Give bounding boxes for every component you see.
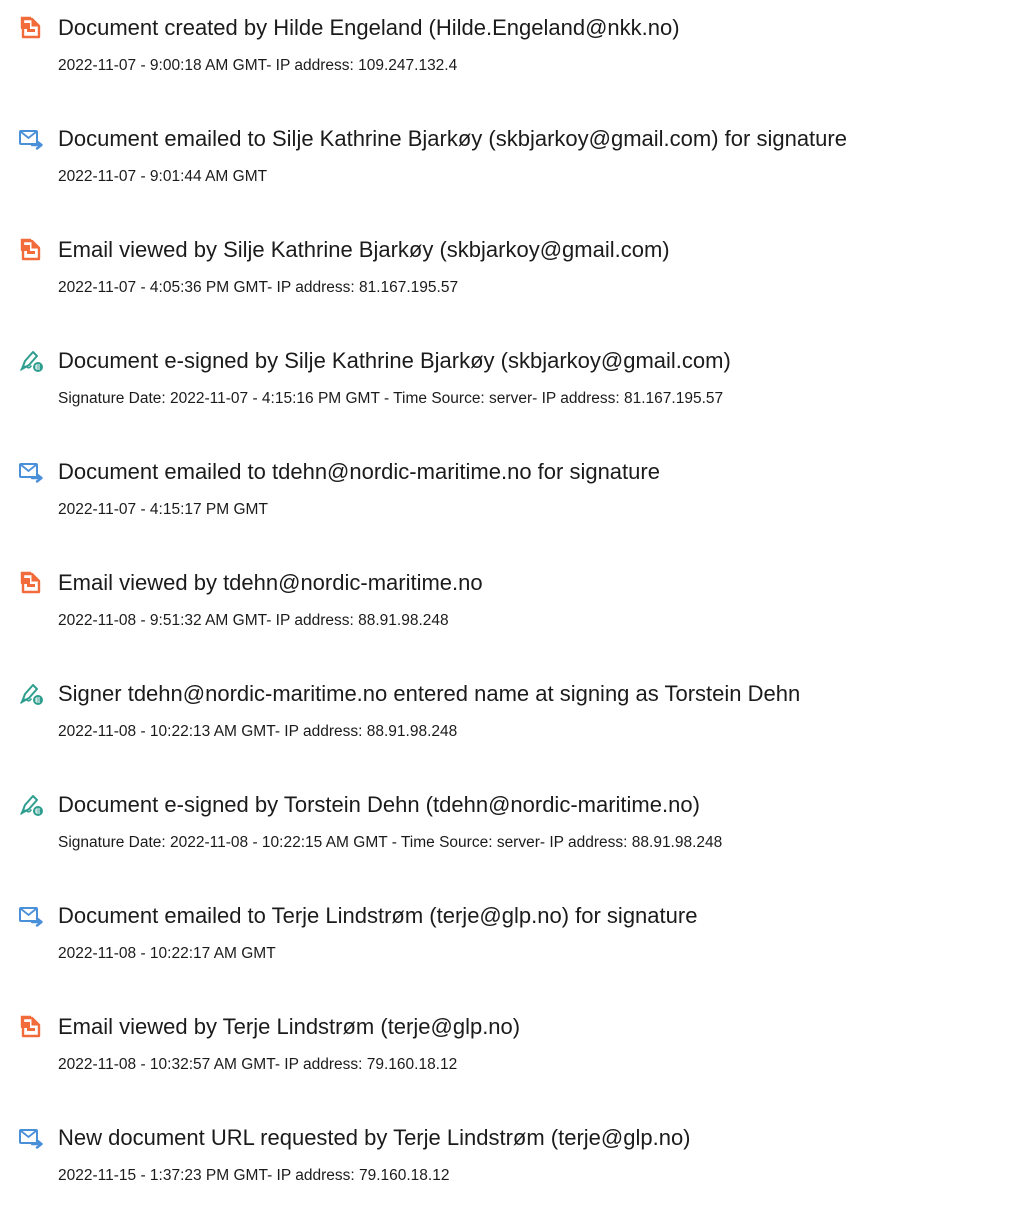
audit-entry-detail: 2022-11-08 - 10:22:13 AM GMT- IP address… (58, 723, 458, 740)
audit-entry-title: Signer tdehn@nordic-maritime.no entered … (58, 681, 801, 706)
audit-entry-detail: 2022-11-07 - 9:01:44 AM GMT (58, 168, 268, 185)
audit-entry-title: Document e-signed by Torstein Dehn (tdeh… (58, 792, 700, 817)
audit-entry: Signer tdehn@nordic-maritime.no entered … (0, 680, 1013, 760)
email-icon (18, 1125, 44, 1151)
audit-entry: Email viewed by Terje Lindstrøm (terje@g… (0, 1013, 1013, 1093)
document-icon (18, 1014, 44, 1040)
audit-entry-title: Document emailed to Terje Lindstrøm (ter… (58, 903, 698, 928)
audit-entry-detail: Signature Date: 2022-11-08 - 10:22:15 AM… (58, 834, 723, 851)
audit-entry: Document e-signed by Silje Kathrine Bjar… (0, 347, 1013, 427)
audit-entry-detail: 2022-11-15 - 1:37:23 PM GMT- IP address:… (58, 1167, 450, 1184)
audit-entry-detail: 2022-11-08 - 10:32:57 AM GMT- IP address… (58, 1056, 458, 1073)
audit-entry-title: Document emailed to tdehn@nordic-maritim… (58, 459, 660, 484)
audit-entry: Document emailed to Terje Lindstrøm (ter… (0, 902, 1013, 982)
audit-entry-title: Document emailed to Silje Kathrine Bjark… (58, 126, 847, 151)
audit-entry: Email viewed by tdehn@nordic-maritime.no… (0, 569, 1013, 649)
signature-pen-icon (18, 348, 44, 374)
audit-entry-detail: 2022-11-07 - 9:00:18 AM GMT- IP address:… (58, 57, 458, 74)
audit-entry-detail: 2022-11-07 - 4:05:36 PM GMT- IP address:… (58, 279, 459, 296)
audit-entry-detail: 2022-11-08 - 9:51:32 AM GMT- IP address:… (58, 612, 449, 629)
document-icon (18, 15, 44, 41)
audit-entry: Document emailed to tdehn@nordic-maritim… (0, 458, 1013, 538)
audit-entry-title: Document created by Hilde Engeland (Hild… (58, 15, 680, 40)
audit-entry-title: New document URL requested by Terje Lind… (58, 1125, 691, 1150)
email-icon (18, 459, 44, 485)
audit-entry: Document created by Hilde Engeland (Hild… (0, 14, 1013, 94)
audit-entry: New document URL requested by Terje Lind… (0, 1124, 1013, 1204)
audit-entry-detail: 2022-11-07 - 4:15:17 PM GMT (58, 501, 268, 518)
email-icon (18, 126, 44, 152)
audit-entry-title: Email viewed by tdehn@nordic-maritime.no (58, 570, 483, 595)
audit-entry: Document emailed to Silje Kathrine Bjark… (0, 125, 1013, 205)
signature-pen-icon (18, 792, 44, 818)
document-icon (18, 237, 44, 263)
audit-entry-detail: 2022-11-08 - 10:22:17 AM GMT (58, 945, 276, 962)
audit-entry-title: Document e-signed by Silje Kathrine Bjar… (58, 348, 731, 373)
audit-entry-title: Email viewed by Silje Kathrine Bjarkøy (… (58, 237, 670, 262)
audit-entry: Document e-signed by Torstein Dehn (tdeh… (0, 791, 1013, 871)
signature-pen-icon (18, 681, 44, 707)
audit-entry-title: Email viewed by Terje Lindstrøm (terje@g… (58, 1014, 521, 1039)
audit-entry: Email viewed by Silje Kathrine Bjarkøy (… (0, 236, 1013, 316)
audit-entry-detail: Signature Date: 2022-11-07 - 4:15:16 PM … (58, 390, 724, 407)
document-icon (18, 570, 44, 596)
email-icon (18, 903, 44, 929)
